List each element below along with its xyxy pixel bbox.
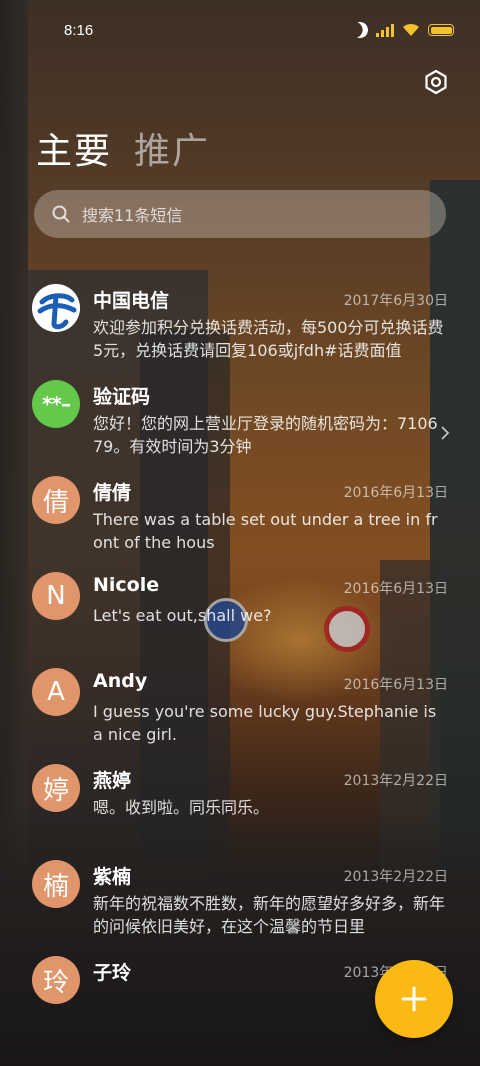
message-date: 2016年6月13日 [343,581,448,597]
message-item[interactable]: N Nicole 2016年6月13日 Let's eat out,shall … [0,566,480,662]
message-snippet: 您好！您的网上营业厅登录的随机密码为：710679。有效时间为3分钟 [93,414,438,456]
search-placeholder: 搜索11条短信 [82,206,183,225]
message-snippet: 欢迎参加积分兑换话费活动，每500分可兑换话费5元，兑换话费请回复106或jfd… [93,318,444,360]
contact-avatar: 倩 [32,476,80,524]
wifi-icon [402,23,420,37]
message-item[interactable]: **– 验证码 您好！您的网上营业厅登录的随机密码为：710679。有效时间为3… [0,374,480,470]
tab-bar: 主要 推广 [36,122,210,174]
status-icons [352,22,454,38]
tab-promotions[interactable]: 推广 [134,122,210,174]
status-bar: 8:16 [0,0,480,62]
message-date: 2016年6月13日 [343,485,448,501]
gear-icon [425,69,447,95]
settings-button[interactable] [422,68,450,96]
message-sender: 子玲 [93,962,132,984]
verification-code-avatar: **– [32,380,80,428]
message-item[interactable]: 中国电信 2017年6月30日 欢迎参加积分兑换话费活动，每500分可兑换话费5… [0,278,480,374]
search-input[interactable]: 搜索11条短信 [34,190,446,238]
message-sender: 倩倩 [93,482,132,504]
message-sender: 紫楠 [93,866,132,888]
message-date: 2016年6月13日 [343,677,448,693]
signal-icon [376,23,394,37]
plus-icon [401,986,427,1012]
message-snippet: There was a table set out under a tree i… [93,510,438,552]
contact-avatar: 楠 [32,860,80,908]
message-date: 2017年6月30日 [343,293,448,309]
new-message-button[interactable] [375,960,453,1038]
moon-icon [350,20,371,41]
search-icon [52,205,70,223]
message-snippet: I guess you're some lucky guy.Stephanie … [93,702,437,744]
message-sender: Andy [93,670,148,692]
message-sender: 中国电信 [93,290,170,312]
message-sender: Nicole [93,574,160,596]
message-sender: 燕婷 [93,770,132,792]
message-snippet: Let's eat out,shall we? [93,606,272,625]
message-snippet: 嗯。收到啦。同乐同乐。 [93,798,270,817]
china-telecom-logo-icon [32,284,80,332]
message-item[interactable]: 倩 倩倩 2016年6月13日 There was a table set ou… [0,470,480,566]
message-sender: 验证码 [93,386,151,408]
battery-icon [428,24,454,36]
message-list: 中国电信 2017年6月30日 欢迎参加积分兑换话费活动，每500分可兑换话费5… [0,278,480,1046]
contact-avatar: 玲 [32,956,80,1004]
contact-avatar: 婷 [32,764,80,812]
chevron-right-icon [441,426,450,440]
status-time: 8:16 [64,22,94,39]
contact-avatar: A [32,668,80,716]
message-item[interactable]: 婷 燕婷 2013年2月22日 嗯。收到啦。同乐同乐。 [0,758,480,854]
message-date: 2013年2月22日 [343,773,448,789]
message-item[interactable]: 楠 紫楠 2013年2月22日 新年的祝福数不胜数，新年的愿望好多好多，新年的问… [0,854,480,950]
message-snippet: 新年的祝福数不胜数，新年的愿望好多好多，新年的问候依旧美好，在这个温馨的节日里 [93,894,445,936]
contact-avatar: N [32,572,80,620]
tab-primary[interactable]: 主要 [36,122,112,174]
message-date: 2013年2月22日 [343,869,448,885]
message-item[interactable]: A Andy 2016年6月13日 I guess you're some lu… [0,662,480,758]
